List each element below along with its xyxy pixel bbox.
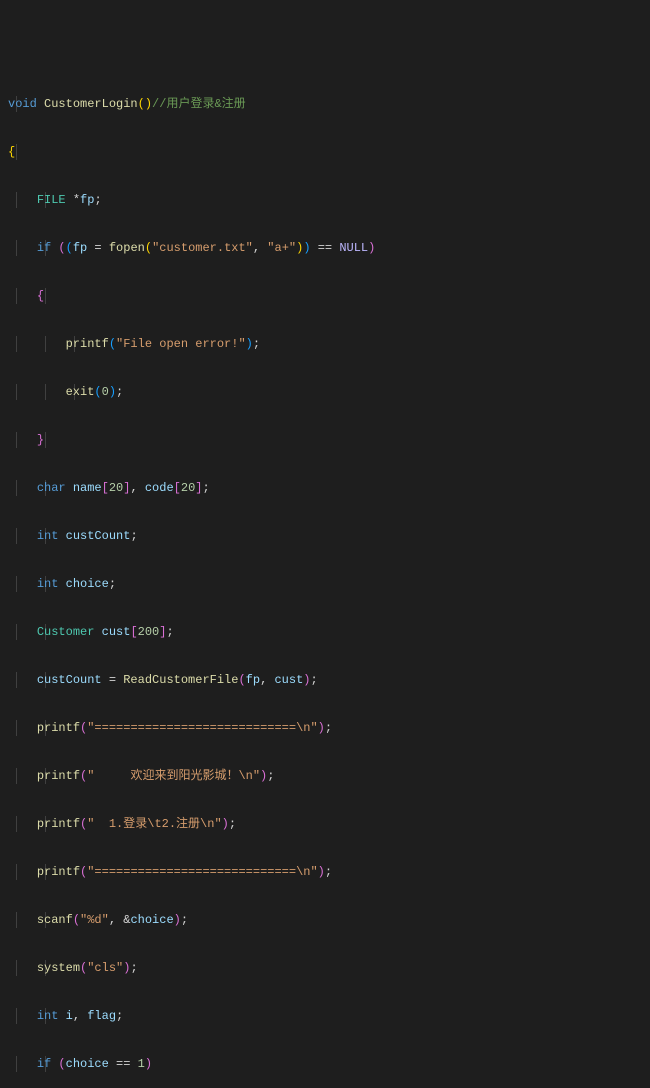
paren: () — [138, 97, 152, 111]
welcome-string: " 欢迎来到阳光影城！\n" — [87, 769, 260, 783]
brace: { — [8, 145, 15, 159]
printf-call: printf — [66, 337, 109, 351]
read-customer-call: ReadCustomerFile — [123, 673, 238, 687]
fopen-call: fopen — [109, 241, 145, 255]
exit-call: exit — [66, 385, 95, 399]
type-customer: Customer — [37, 625, 102, 639]
comment: //用户登录&注册 — [152, 97, 246, 111]
type: FILE — [37, 193, 73, 207]
brace: { — [37, 289, 44, 303]
keyword-if: if — [37, 241, 59, 255]
string-literal: "customer.txt" — [152, 241, 253, 255]
function-name: CustomerLogin — [44, 97, 138, 111]
brace: } — [37, 433, 44, 447]
menu-string: " 1.登录\t2.注册\n" — [87, 817, 221, 831]
keyword-int: int — [37, 529, 66, 543]
scanf-call: scanf — [37, 913, 73, 927]
code-editor[interactable]: void CustomerLogin()//用户登录&注册 { FILE *fp… — [0, 64, 650, 1088]
identifier: fp — [80, 193, 94, 207]
keyword-if: if — [37, 1057, 59, 1071]
keyword-char: char — [37, 481, 73, 495]
null-macro: NULL — [339, 241, 368, 255]
keyword: void — [8, 97, 37, 111]
system-call: system — [37, 961, 80, 975]
